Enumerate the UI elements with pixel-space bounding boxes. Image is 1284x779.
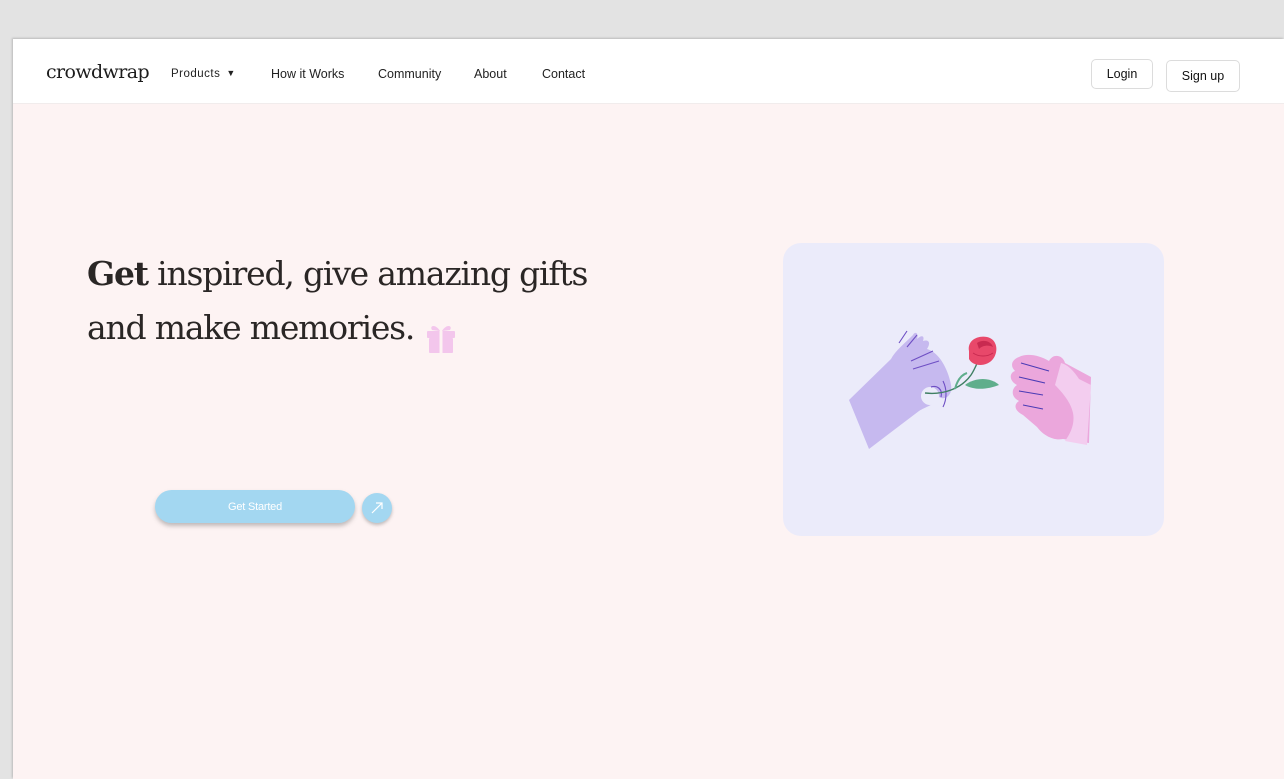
hero-title-line1: inspired, give amazing gifts bbox=[147, 254, 588, 293]
nav-products[interactable]: Products ▼ bbox=[171, 68, 236, 80]
hero-title: Get inspired, give amazing gifts and make… bbox=[87, 247, 607, 355]
nav-contact[interactable]: Contact bbox=[542, 67, 585, 81]
browser-top-strip bbox=[0, 0, 1284, 39]
nav-about[interactable]: About bbox=[474, 67, 507, 81]
nav-how-it-works[interactable]: How it Works bbox=[271, 67, 344, 81]
navbar: crowdwrap Products ▼ How it Works Communi… bbox=[13, 39, 1284, 104]
nav-products-label: Products bbox=[171, 68, 221, 80]
get-started-button[interactable]: Get Started bbox=[155, 490, 355, 523]
hands-giving-rose-illustration bbox=[849, 330, 1091, 449]
gift-icon bbox=[424, 321, 458, 355]
nav-community[interactable]: Community bbox=[378, 67, 441, 81]
arrow-button[interactable] bbox=[362, 493, 392, 523]
browser-left-strip bbox=[0, 39, 13, 779]
page: crowdwrap Products ▼ How it Works Communi… bbox=[13, 39, 1284, 779]
logo[interactable]: crowdwrap bbox=[46, 61, 150, 83]
hero-title-line2: and make memories. bbox=[87, 308, 415, 347]
illustration-card bbox=[783, 243, 1164, 536]
arrow-up-right-icon bbox=[371, 502, 383, 514]
login-button[interactable]: Login bbox=[1091, 59, 1153, 89]
chevron-down-icon: ▼ bbox=[226, 68, 236, 78]
signup-button[interactable]: Sign up bbox=[1166, 60, 1240, 92]
hero-title-strong: Get bbox=[87, 254, 149, 293]
